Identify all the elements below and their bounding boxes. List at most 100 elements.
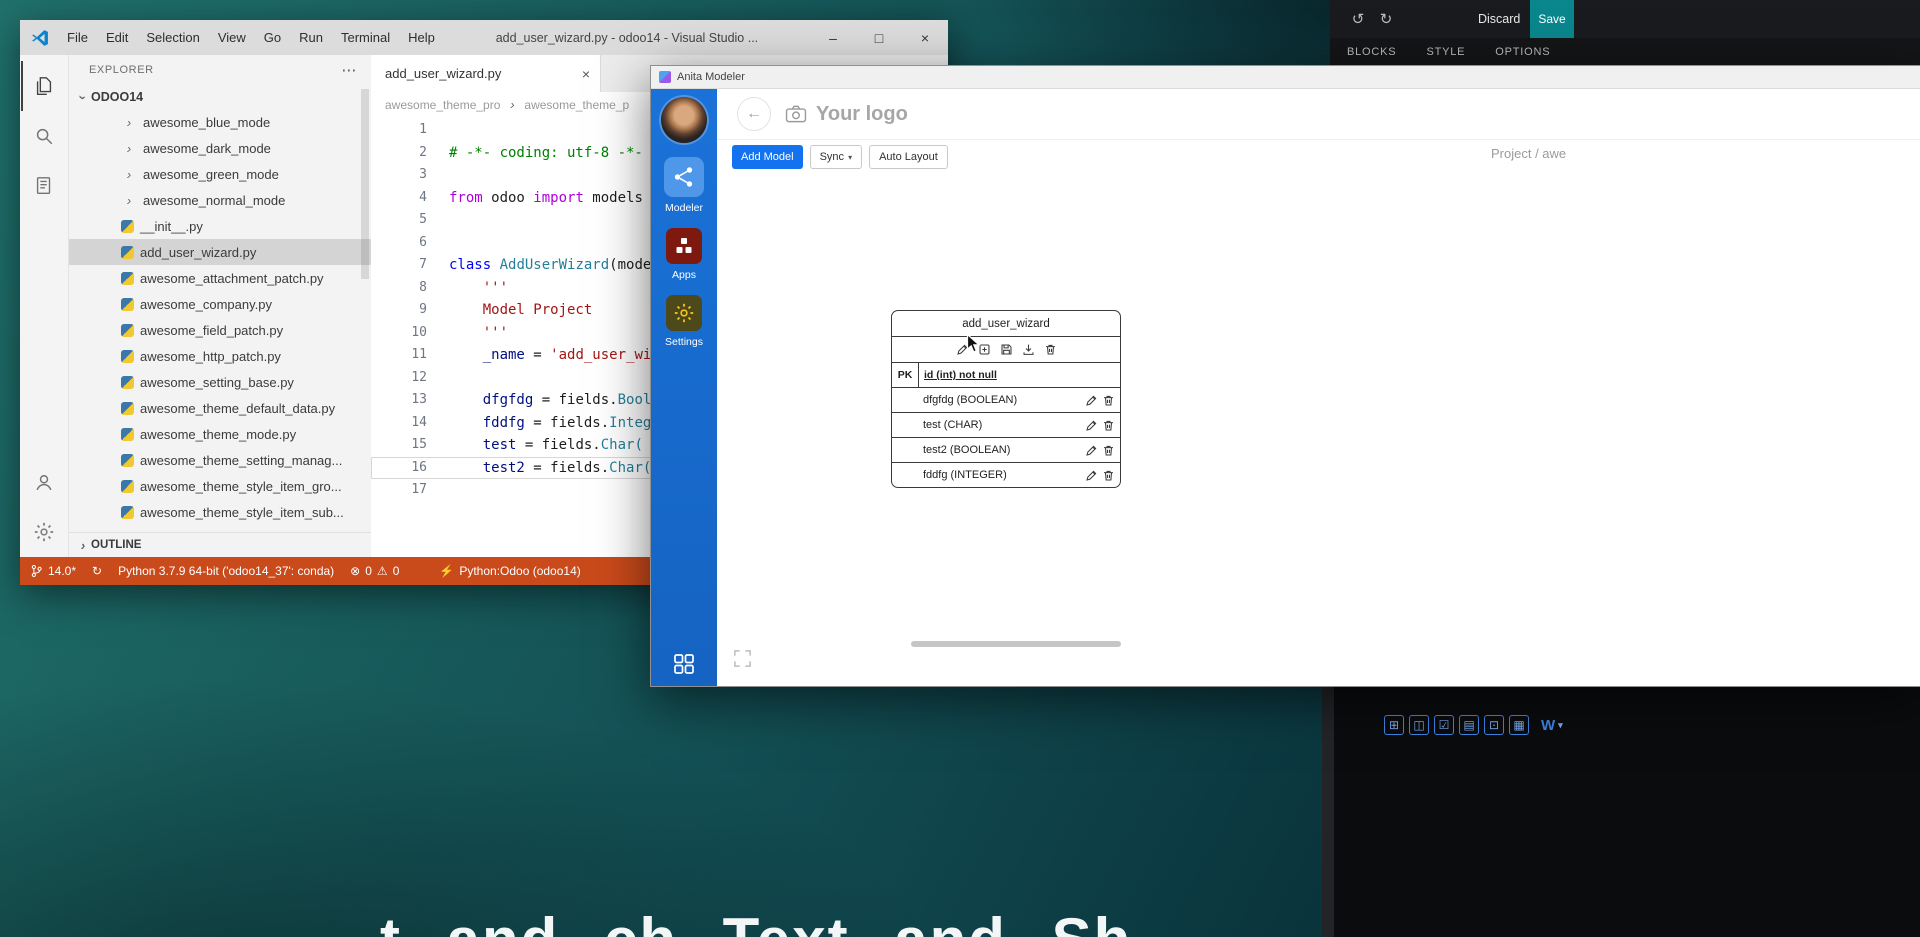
tab-close-icon[interactable]: × — [582, 66, 590, 82]
file-awesome-attachment-patch-py[interactable]: awesome_attachment_patch.py — [69, 265, 371, 291]
delete-field-icon[interactable] — [1102, 394, 1115, 407]
settings-gear-icon[interactable] — [21, 507, 68, 557]
discard-button[interactable]: Discard — [1478, 12, 1520, 26]
tab-options[interactable]: OPTIONS — [1495, 46, 1550, 58]
export-icon[interactable] — [1022, 343, 1035, 356]
file-add-user-wizard-py[interactable]: add_user_wizard.py — [69, 239, 371, 265]
project-breadcrumb[interactable]: Project / awe — [1491, 146, 1566, 161]
auto-layout-button[interactable]: Auto Layout — [869, 145, 948, 169]
user-avatar[interactable] — [661, 97, 707, 143]
file-init-py[interactable]: __init__.py — [69, 213, 371, 239]
file-awesome-theme-default-data-py[interactable]: awesome_theme_default_data.py — [69, 395, 371, 421]
folder-awesome-normal-mode[interactable]: ›awesome_normal_mode — [69, 187, 371, 213]
file-tree: ›awesome_blue_mode›awesome_dark_mode›awe… — [69, 109, 371, 525]
search-icon[interactable] — [21, 111, 68, 161]
file-awesome-field-patch-py[interactable]: awesome_field_patch.py — [69, 317, 371, 343]
undo-icon[interactable]: ↺ — [1344, 10, 1372, 28]
fullscreen-icon[interactable] — [733, 649, 752, 668]
w-dropdown[interactable]: W▾ — [1541, 717, 1563, 734]
menu-selection[interactable]: Selection — [137, 30, 208, 45]
list-icon[interactable]: ▤ — [1459, 715, 1479, 735]
file-awesome-theme-style-item-sub[interactable]: awesome_theme_style_item_sub... — [69, 499, 371, 525]
menu-file[interactable]: File — [58, 30, 97, 45]
account-icon[interactable] — [21, 457, 68, 507]
problems-item[interactable]: ⊗ 0 ⚠ 0 — [350, 564, 399, 578]
entity-add-user-wizard[interactable]: add_user_wizard PK id (int) not null dfg… — [891, 310, 1121, 488]
file-awesome-company-py[interactable]: awesome_company.py — [69, 291, 371, 317]
folder-awesome-green-mode[interactable]: ›awesome_green_mode — [69, 161, 371, 187]
snippet-toolbar: ⊞◫☑▤⊡▦ W▾ — [1384, 715, 1563, 735]
python-icon — [121, 428, 134, 441]
breadcrumb-item[interactable]: awesome_theme_pro — [385, 98, 500, 112]
edit-field-icon[interactable] — [1085, 419, 1098, 432]
insert-icon[interactable]: ⊡ — [1484, 715, 1504, 735]
edit-field-icon[interactable] — [1085, 444, 1098, 457]
line-number: 6 — [371, 232, 443, 255]
apps-grid-icon[interactable] — [672, 652, 696, 676]
add-model-button[interactable]: Add Model — [732, 145, 803, 169]
save-button[interactable]: Save — [1530, 0, 1574, 38]
python-icon — [121, 324, 134, 337]
delete-field-icon[interactable] — [1102, 444, 1115, 457]
sync-icon[interactable]: ↻ — [92, 564, 102, 578]
file-label: awesome_theme_default_data.py — [140, 401, 335, 416]
menu-view[interactable]: View — [209, 30, 255, 45]
edit-field-icon[interactable] — [1085, 469, 1098, 482]
columns-icon[interactable]: ◫ — [1409, 715, 1429, 735]
menu-terminal[interactable]: Terminal — [332, 30, 399, 45]
odoo-env-item[interactable]: ⚡ Python:Odoo (odoo14) — [439, 564, 580, 578]
edit-field-icon[interactable] — [1085, 394, 1098, 407]
logo-placeholder[interactable]: Your logo — [785, 103, 908, 126]
tab-blocks[interactable]: BLOCKS — [1347, 46, 1396, 58]
tab-style[interactable]: STYLE — [1426, 46, 1465, 58]
menu-go[interactable]: Go — [255, 30, 290, 45]
minimize-button[interactable]: – — [810, 20, 856, 55]
explorer-icon[interactable] — [21, 61, 68, 111]
anita-titlebar[interactable]: Anita Modeler — [651, 66, 1920, 89]
tab-add-user-wizard[interactable]: add_user_wizard.py × — [371, 55, 601, 92]
pk-badge: PK — [892, 363, 919, 387]
table-icon[interactable]: ⊞ — [1384, 715, 1404, 735]
sidebar-scrollbar[interactable] — [361, 89, 369, 279]
menu-run[interactable]: Run — [290, 30, 332, 45]
folder-awesome-dark-mode[interactable]: ›awesome_dark_mode — [69, 135, 371, 161]
redo-icon[interactable]: ↻ — [1372, 10, 1400, 28]
sync-button[interactable]: Sync▾ — [810, 145, 862, 169]
menu-edit[interactable]: Edit — [97, 30, 137, 45]
file-label: awesome_attachment_patch.py — [140, 271, 324, 286]
grid-icon[interactable]: ▦ — [1509, 715, 1529, 735]
file-awesome-setting-base-py[interactable]: awesome_setting_base.py — [69, 369, 371, 395]
sidebar-item-apps[interactable]: Apps — [666, 228, 702, 281]
canvas-hscrollbar[interactable] — [911, 641, 1121, 647]
outline-section[interactable]: › OUTLINE — [69, 532, 371, 557]
error-icon: ⊗ — [350, 564, 360, 578]
python-interpreter-item[interactable]: Python 3.7.9 64-bit ('odoo14_37': conda) — [118, 564, 334, 578]
browser-scrollbar[interactable] — [1322, 685, 1334, 937]
pages-icon[interactable] — [21, 161, 68, 211]
line-number: 14 — [371, 412, 443, 435]
delete-field-icon[interactable] — [1102, 469, 1115, 482]
sidebar-item-modeler[interactable]: Modeler — [664, 157, 704, 214]
maximize-button[interactable]: □ — [856, 20, 902, 55]
workspace-root[interactable]: › ODOO14 — [69, 85, 371, 109]
close-button[interactable]: × — [902, 20, 948, 55]
more-actions-icon[interactable]: ⋯ — [341, 61, 357, 79]
file-awesome-http-patch-py[interactable]: awesome_http_patch.py — [69, 343, 371, 369]
folder-awesome-blue-mode[interactable]: ›awesome_blue_mode — [69, 109, 371, 135]
save-icon[interactable] — [1000, 343, 1013, 356]
file-awesome-theme-mode-py[interactable]: awesome_theme_mode.py — [69, 421, 371, 447]
delete-icon[interactable] — [1044, 343, 1057, 356]
back-button[interactable]: ← — [737, 97, 771, 131]
python-icon — [121, 220, 134, 233]
sidebar-item-label: Settings — [665, 336, 703, 348]
menu-help[interactable]: Help — [399, 30, 444, 45]
checklist-icon[interactable]: ☑ — [1434, 715, 1454, 735]
git-branch-item[interactable]: 14.0* — [30, 564, 76, 578]
line-text: test = fields.Char( — [443, 434, 643, 457]
window-title: add_user_wizard.py - odoo14 - Visual Stu… — [444, 31, 810, 45]
delete-field-icon[interactable] — [1102, 419, 1115, 432]
file-awesome-theme-style-item-gro[interactable]: awesome_theme_style_item_gro... — [69, 473, 371, 499]
breadcrumb-item[interactable]: awesome_theme_p — [524, 98, 629, 112]
file-awesome-theme-setting-manag[interactable]: awesome_theme_setting_manag... — [69, 447, 371, 473]
sidebar-item-settings[interactable]: Settings — [665, 295, 703, 348]
